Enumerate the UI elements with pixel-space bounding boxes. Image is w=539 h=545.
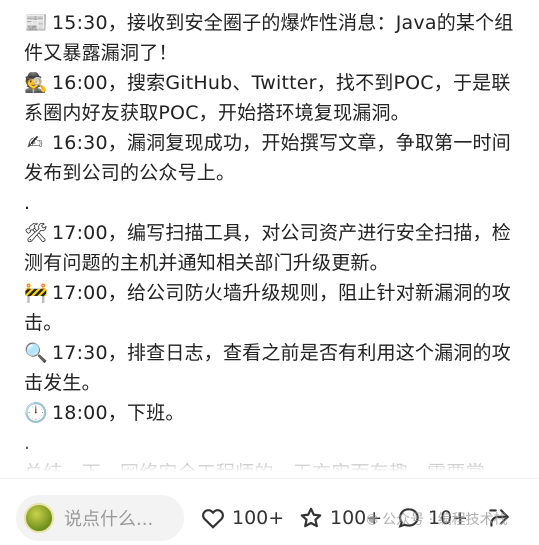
user-avatar — [24, 503, 54, 533]
timeline-entry: ✍ 16:30，漏洞复现成功，开始撰写文章，争取第一时间发布到公司的公众号上。 — [24, 128, 527, 188]
content-fade — [0, 438, 539, 478]
entry-text: 15:30，接收到安全圈子的爆炸性消息：Java的某个组件又暴露漏洞了！ — [24, 12, 514, 64]
entry-text: 17:00，给公司防火墙升级规则，阻止针对新漏洞的攻击。 — [24, 282, 511, 334]
tools-icon: 🛠 — [24, 222, 49, 244]
watermark-text: 公众号 · 编程技术栈 — [382, 512, 508, 528]
wechat-icon: ◉ — [366, 511, 379, 527]
newspaper-icon: 📰 — [24, 12, 48, 34]
comment-input[interactable]: 说点什么... — [16, 495, 184, 541]
magnifier-icon: 🔍 — [24, 342, 48, 364]
bottom-action-bar: 说点什么... 100+ 100+ 10+ ◉ 公众号 · 编程技术栈 — [0, 478, 539, 545]
watermark: ◉ 公众号 · 编程技术栈 — [366, 509, 508, 529]
detective-icon: 🕵 — [24, 72, 48, 94]
entry-text: 18:00，下班。 — [52, 402, 185, 424]
like-button[interactable]: 100+ — [200, 503, 284, 533]
entry-text: 17:00，编写扫描工具，对公司资产进行安全扫描，检测有问题的主机并通知相关部门… — [24, 222, 511, 274]
entry-text: 16:30，漏洞复现成功，开始撰写文章，争取第一时间发布到公司的公众号上。 — [24, 132, 511, 184]
timeline-entry: 🕛 18:00，下班。 — [24, 398, 527, 428]
separator-dot: . — [24, 192, 31, 214]
timeline-entry: 🔍 17:30，排查日志，查看之前是否有利用这个漏洞的攻击发生。 — [24, 338, 527, 398]
comment-placeholder: 说点什么... — [64, 509, 154, 530]
article-body: 📰 15:30，接收到安全圈子的爆炸性消息：Java的某个组件又暴露漏洞了！ 🕵 16… — [0, 0, 539, 478]
timeline-entry: 🕵 16:00，搜索GitHub、Twitter，找不到POC，于是联系圈内好友获… — [24, 68, 527, 128]
timeline-entry: 🚧 17:00，给公司防火墙升级规则，阻止针对新漏洞的攻击。 — [24, 278, 527, 338]
timeline-entry: 🛠 17:00，编写扫描工具，对公司资产进行安全扫描，检测有问题的主机并通知相关部… — [24, 218, 527, 278]
timeline-entry: 📰 15:30，接收到安全圈子的爆炸性消息：Java的某个组件又暴露漏洞了！ — [24, 8, 527, 68]
writing-hand-icon: ✍ — [26, 132, 44, 154]
entry-text: 16:00，搜索GitHub、Twitter，找不到POC，于是联系圈内好友获取… — [24, 72, 511, 124]
construction-barrier-icon: 🚧 — [24, 282, 48, 304]
heart-icon — [202, 509, 224, 529]
like-count: 100+ — [232, 507, 285, 529]
star-icon — [300, 507, 322, 528]
clock-icon: 🕛 — [24, 402, 48, 424]
entry-text: 17:30，排查日志，查看之前是否有利用这个漏洞的攻击发生。 — [24, 342, 511, 394]
